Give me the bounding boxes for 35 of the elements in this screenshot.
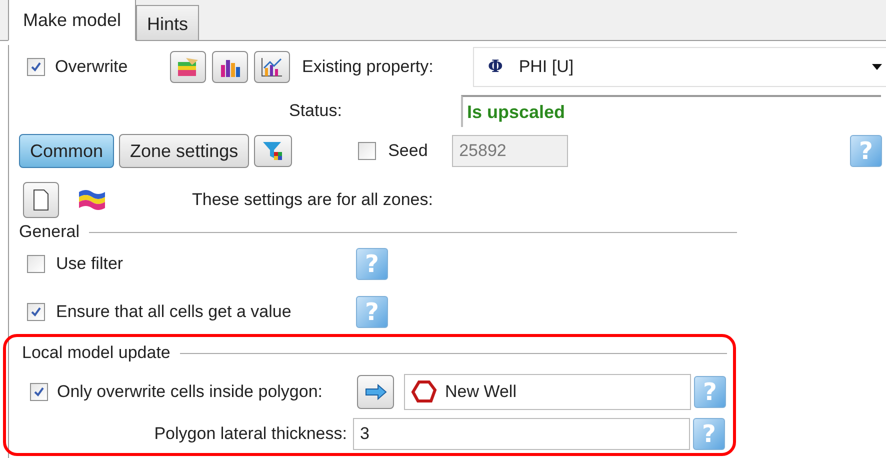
checkmark-icon	[33, 386, 45, 398]
chart-icon[interactable]	[254, 51, 290, 83]
section-title: General	[19, 222, 80, 242]
option-checkbox[interactable]	[27, 255, 45, 273]
thickness-label: Polygon lateral thickness:	[153, 424, 347, 444]
polygon-icon	[411, 380, 437, 404]
checkmark-icon	[30, 306, 42, 318]
dropdown-arrow-icon	[872, 64, 882, 70]
overwrite-label: Overwrite	[55, 57, 129, 77]
existing-property-label: Existing property:	[302, 57, 434, 77]
tab[interactable]: Hints	[136, 5, 200, 41]
polygon-checkbox[interactable]	[30, 383, 48, 401]
polygon-label: Only overwrite cells inside polygon:	[57, 382, 324, 402]
status-label: Status:	[288, 101, 343, 121]
mode-button[interactable]: Zone settings	[119, 134, 250, 168]
option-checkbox[interactable]	[27, 303, 45, 321]
arrow-right-icon[interactable]	[357, 375, 394, 409]
tab[interactable]: Make model	[8, 0, 136, 41]
checkmark-icon	[30, 61, 42, 73]
seed-label: Seed	[388, 141, 429, 161]
overwrite-checkbox[interactable]	[27, 58, 45, 76]
document-icon[interactable]	[23, 182, 59, 218]
mode-button[interactable]: Common	[19, 134, 114, 168]
option-label: Use filter	[56, 254, 124, 274]
thickness-field[interactable]: 3	[353, 418, 690, 450]
zones-note: These settings are for all zones:	[192, 190, 433, 210]
option-label: Ensure that all cells get a value	[56, 302, 292, 322]
filter-icon[interactable]	[254, 135, 292, 167]
section-title: Local model update	[22, 343, 170, 363]
bar-chart-icon[interactable]	[212, 51, 248, 83]
polygon-field[interactable]: New Well	[404, 374, 691, 410]
property-dropdown[interactable]: Φ PHI [U]	[473, 47, 886, 87]
status-value: Is upscaled	[461, 95, 881, 127]
layers-icon[interactable]	[170, 51, 206, 83]
flag-icon	[77, 188, 107, 212]
